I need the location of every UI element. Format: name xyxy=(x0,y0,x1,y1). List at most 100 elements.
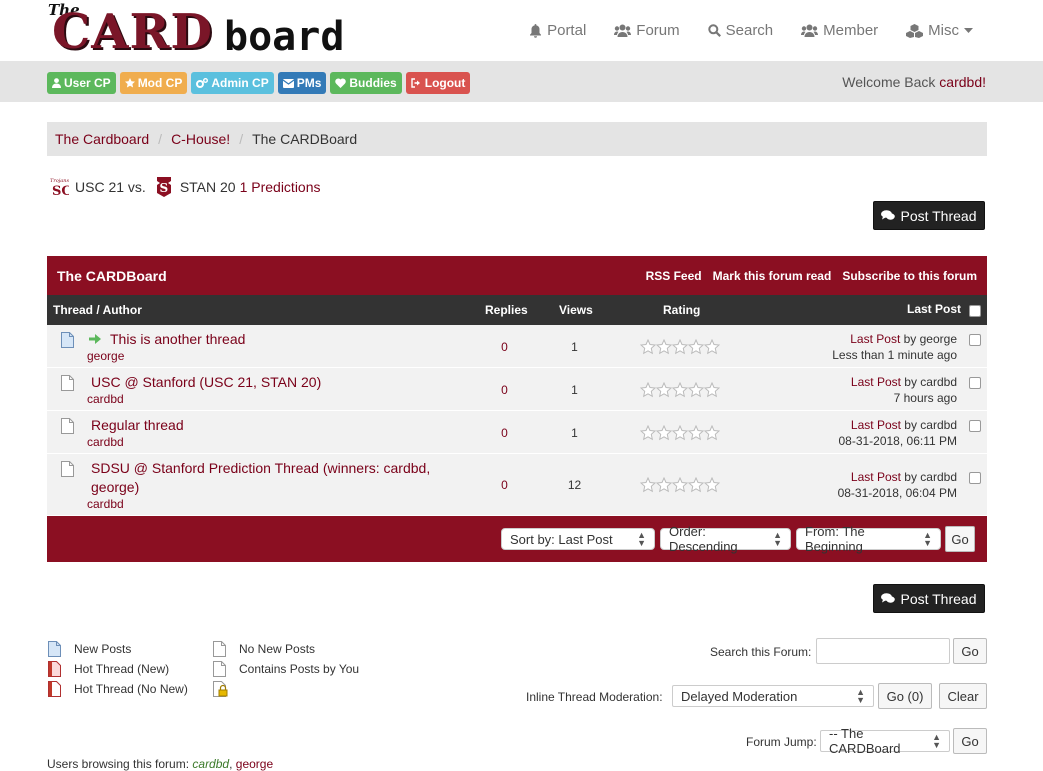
nav-forum-label: Forum xyxy=(636,22,680,39)
browsing-user-george[interactable]: george xyxy=(236,757,273,771)
thread-checkbox[interactable] xyxy=(969,472,981,484)
users-icon xyxy=(614,24,632,37)
thread-views: 1 xyxy=(571,340,578,354)
thread-last-post: Last Post by george Less than 1 minute a… xyxy=(832,331,957,363)
thread-author[interactable]: cardbd xyxy=(87,392,124,406)
nav-misc-label: Misc xyxy=(928,22,959,39)
order-select[interactable]: Order: Descending ▲ ▼ xyxy=(660,524,791,554)
team1-score: USC 21 vs. xyxy=(75,179,146,195)
moderation-select[interactable]: Delayed Moderation ▲ ▼ xyxy=(672,685,874,707)
no-new-posts-icon xyxy=(61,461,74,477)
moderation-go-button[interactable]: Go (0) xyxy=(878,683,932,709)
rss-feed-link[interactable]: RSS Feed xyxy=(646,269,702,283)
nav-portal[interactable]: Portal xyxy=(529,22,586,39)
forum-title: The CARDBoard xyxy=(57,267,167,284)
hot-thread-icon xyxy=(48,681,61,697)
thread-checkbox[interactable] xyxy=(969,420,981,432)
thread-views: 12 xyxy=(567,478,582,492)
thread-title[interactable]: USC @ Stanford (USC 21, STAN 20) xyxy=(91,373,451,392)
thread-replies[interactable]: 0 xyxy=(492,478,517,492)
col-thread-author[interactable]: Thread / Author xyxy=(53,303,142,317)
post-thread-label: Post Thread xyxy=(900,207,977,224)
col-replies[interactable]: Replies xyxy=(485,303,528,317)
user-icon xyxy=(52,78,61,88)
mod-cp-button[interactable]: Mod CP xyxy=(119,72,188,94)
forum-jump-select[interactable]: -- The CARDBoard ▲ ▼ xyxy=(820,726,950,756)
col-views[interactable]: Views xyxy=(559,303,593,317)
svg-text:S: S xyxy=(159,181,168,195)
last-post-time: 08-31-2018, 06:11 PM xyxy=(838,434,957,448)
thread-replies[interactable]: 0 xyxy=(492,383,517,397)
legend-hot-no-new: Hot Thread (No New) xyxy=(48,681,188,697)
forum-jump-go-button[interactable]: Go xyxy=(953,728,987,754)
post-thread-button[interactable]: Post Thread xyxy=(873,201,985,230)
browsing-user-cardbd[interactable]: cardbd xyxy=(192,757,229,771)
col-rating[interactable]: Rating xyxy=(663,303,700,317)
nav-search[interactable]: Search xyxy=(707,22,773,39)
thread-last-post: Last Post by cardbd 7 hours ago xyxy=(851,374,957,406)
thread-replies[interactable]: 0 xyxy=(492,340,517,354)
thread-author[interactable]: cardbd xyxy=(87,435,124,449)
welcome-username[interactable]: cardbd xyxy=(939,74,982,90)
browsing-label: Users browsing this forum: xyxy=(47,757,190,771)
admin-cp-button[interactable]: Admin CP xyxy=(191,72,274,94)
moderation-value: Delayed Moderation xyxy=(681,688,798,704)
thread-title[interactable]: This is another thread xyxy=(110,330,470,349)
mark-forum-read-link[interactable]: Mark this forum read xyxy=(713,269,832,283)
table-row[interactable]: USC @ Stanford (USC 21, STAN 20) cardbd … xyxy=(47,368,987,411)
thread-author[interactable]: george xyxy=(87,349,124,363)
breadcrumb-item-the-cardboard[interactable]: The Cardboard xyxy=(55,131,149,147)
thread-replies[interactable]: 0 xyxy=(492,426,517,440)
sort-by-select[interactable]: Sort by: Last Post ▲ ▼ xyxy=(501,528,655,550)
no-new-posts-icon xyxy=(61,375,74,391)
search-forum-input[interactable] xyxy=(816,638,950,664)
arrow-right-icon[interactable] xyxy=(89,334,101,344)
last-post-link[interactable]: Last Post xyxy=(851,418,901,432)
last-post-link[interactable]: Last Post xyxy=(851,375,901,389)
bell-icon xyxy=(530,23,542,38)
thread-author[interactable]: cardbd xyxy=(87,497,124,511)
rating-stars xyxy=(640,339,720,355)
select-arrows-icon: ▲ ▼ xyxy=(923,530,932,548)
site-logo[interactable]: The CARD board xyxy=(48,1,348,60)
user-nav: User CP Mod CP Admin CP PMs Buddies Logo… xyxy=(47,72,471,94)
select-all-checkbox[interactable] xyxy=(969,305,981,317)
table-row[interactable]: This is another thread george 0 1 Last P… xyxy=(47,325,987,368)
logo-card: CARD xyxy=(52,4,213,60)
from-select[interactable]: From: The Beginning ▲ ▼ xyxy=(796,524,941,554)
nav-member[interactable]: Member xyxy=(801,22,878,39)
table-row[interactable]: Regular thread cardbd 0 1 Last Post by c… xyxy=(47,411,987,454)
pms-button[interactable]: PMs xyxy=(277,72,327,94)
predictions-link[interactable]: 1 Predictions xyxy=(240,179,321,195)
nav-forum[interactable]: Forum xyxy=(614,22,680,39)
thread-checkbox[interactable] xyxy=(969,334,981,346)
star-icon xyxy=(124,78,135,88)
subscribe-forum-link[interactable]: Subscribe to this forum xyxy=(842,269,977,283)
table-row[interactable]: SDSU @ Stanford Prediction Thread (winne… xyxy=(47,454,987,516)
logout-button[interactable]: Logout xyxy=(405,72,471,94)
post-thread-button-bottom[interactable]: Post Thread xyxy=(873,584,985,613)
breadcrumb-item-current: The CARDBoard xyxy=(252,131,358,147)
search-forum-go-button[interactable]: Go xyxy=(953,638,987,664)
select-arrows-icon: ▲ ▼ xyxy=(932,732,941,750)
buddies-label: Buddies xyxy=(349,76,397,90)
last-post-link[interactable]: Last Post xyxy=(851,470,901,484)
col-last-post[interactable]: Last Post xyxy=(907,302,961,316)
thread-checkbox[interactable] xyxy=(969,377,981,389)
new-posts-icon xyxy=(61,332,74,348)
nav-misc[interactable]: Misc xyxy=(906,22,973,39)
last-post-link[interactable]: Last Post xyxy=(850,332,900,346)
user-cp-button[interactable]: User CP xyxy=(47,72,116,94)
buddies-button[interactable]: Buddies xyxy=(330,72,402,94)
breadcrumb-item-c-house[interactable]: C-House! xyxy=(171,131,230,147)
nav-member-label: Member xyxy=(823,22,879,39)
thread-title[interactable]: Regular thread xyxy=(91,416,451,435)
cubes-icon xyxy=(906,23,924,38)
moderation-clear-button[interactable]: Clear xyxy=(939,683,987,709)
comments-icon xyxy=(881,210,896,220)
order-value: Order: Descending xyxy=(669,524,738,554)
envelope-icon xyxy=(282,78,294,88)
welcome-suffix: ! xyxy=(982,74,986,90)
sort-go-button[interactable]: Go xyxy=(945,526,975,552)
thread-title[interactable]: SDSU @ Stanford Prediction Thread (winne… xyxy=(91,459,451,497)
